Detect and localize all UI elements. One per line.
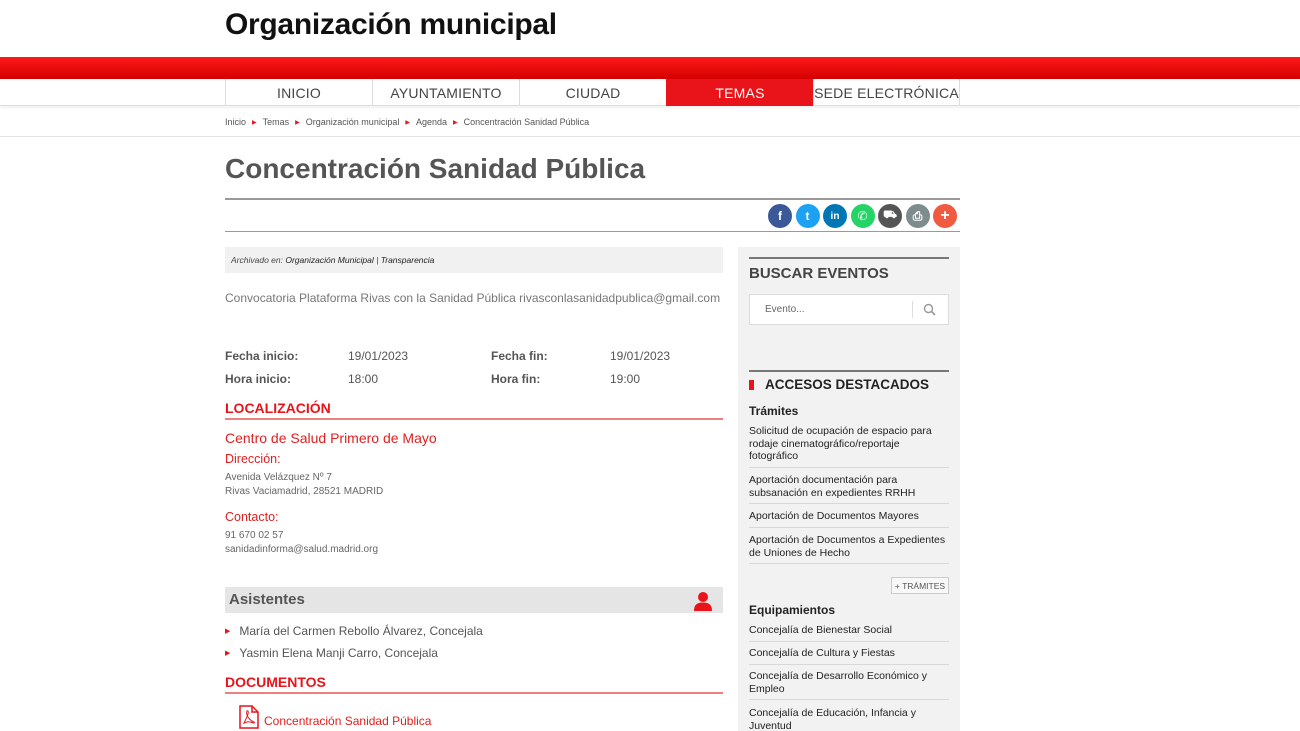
breadcrumb-separator-icon: ▶ — [295, 119, 300, 126]
equipamientos-heading: Equipamientos — [749, 603, 836, 617]
tramite-link[interactable]: Aportación de Documentos Mayores — [749, 510, 949, 528]
header-red-band — [0, 57, 1300, 79]
breadcrumb-item-current: Concentración Sanidad Pública — [463, 117, 590, 127]
search-events-heading: BUSCAR EVENTOS — [749, 265, 889, 282]
main-nav-bar: INICIO AYUNTAMIENTO CIUDAD TEMAS SEDE EL… — [0, 79, 1300, 106]
attendee-item: ▶ María del Carmen Rebollo Álvarez, Conc… — [225, 624, 483, 638]
event-search-box — [749, 294, 949, 325]
attendee-item: ▶ Yasmin Elena Manji Carro, Concejala — [225, 646, 438, 660]
sidebar-divider — [749, 370, 949, 372]
more-tramites-button[interactable]: + TRÁMITES — [891, 577, 949, 594]
breadcrumb-separator-icon: ▶ — [452, 119, 458, 126]
archived-separator: | — [376, 255, 379, 265]
address-label: Dirección: — [225, 452, 281, 466]
location-heading: LOCALIZACIÓN — [225, 400, 723, 420]
car-icon[interactable]: ⛟ — [878, 204, 902, 228]
section-marker — [749, 380, 754, 390]
breadcrumb-separator-icon: ▶ — [252, 119, 257, 126]
start-date-label: Fecha inicio: — [225, 349, 299, 363]
location-name: Centro de Salud Primero de Mayo — [225, 430, 437, 446]
document-link[interactable]: Concentración Sanidad Pública — [238, 705, 431, 729]
attendees-heading: Asistentes — [229, 591, 305, 608]
contact-phone: 91 670 02 57 — [225, 530, 284, 541]
nav-item-temas[interactable]: TEMAS — [666, 79, 813, 106]
site-title: Organización municipal — [225, 8, 557, 41]
whatsapp-icon[interactable]: ✆ — [850, 204, 875, 228]
title-divider-top — [225, 198, 960, 200]
page-title: Concentración Sanidad Pública — [225, 153, 646, 184]
contact-email[interactable]: sanidadinforma@salud.madrid.org — [225, 543, 378, 557]
search-divider — [912, 301, 913, 318]
nav-item-ciudad[interactable]: CIUDAD — [519, 79, 666, 106]
documents-heading: DOCUMENTOS — [225, 674, 723, 694]
attendees-heading-bar: Asistentes — [225, 587, 723, 613]
start-date-value: 19/01/2023 — [348, 349, 409, 363]
end-date-value: 19/01/2023 — [610, 349, 671, 363]
facebook-icon[interactable]: f — [768, 204, 792, 228]
twitter-icon[interactable]: t — [795, 204, 820, 228]
share-bar: f t in ✆ ⛟ ⎙ + — [768, 204, 957, 228]
nav-item-inicio[interactable]: INICIO — [225, 79, 372, 106]
address-line-1: Avenida Velázquez Nº 7 — [225, 472, 332, 483]
event-search-input[interactable] — [750, 295, 912, 324]
breadcrumb-item-organizacion[interactable]: Organización municipal — [306, 117, 400, 127]
archived-category-link[interactable]: Organización Municipal — [285, 255, 373, 265]
archived-prefix: Archivado en: — [231, 255, 283, 265]
attendee-name: María del Carmen Rebollo Álvarez, Concej… — [239, 624, 483, 638]
start-time-label: Hora inicio: — [225, 372, 292, 386]
event-description: Convocatoria Plataforma Rivas con la San… — [225, 291, 721, 305]
bullet-icon: ▶ — [225, 650, 231, 657]
end-time-value: 19:00 — [610, 372, 641, 386]
breadcrumb-item-agenda[interactable]: Agenda — [416, 117, 447, 127]
end-date-label: Fecha fin: — [491, 349, 548, 363]
pdf-icon — [239, 705, 259, 729]
equipamiento-link[interactable]: Concejalía de Educación, Infancia y Juve… — [749, 707, 949, 731]
print-icon[interactable]: ⎙ — [905, 204, 930, 228]
contact-label: Contacto: — [225, 510, 279, 524]
tramite-link[interactable]: Aportación de Documentos a Expedientes d… — [749, 534, 949, 564]
sidebar-divider — [749, 257, 949, 259]
sidebar: BUSCAR EVENTOS ACCESOS DESTACADOS Trámit… — [738, 247, 960, 731]
attendee-name: Yasmin Elena Manji Carro, Concejala — [239, 646, 438, 660]
equipamiento-link[interactable]: Concejalía de Cultura y Fiestas — [749, 647, 949, 665]
nav-item-ayuntamiento[interactable]: AYUNTAMIENTO — [372, 79, 519, 106]
search-icon[interactable] — [922, 302, 938, 318]
tramite-link[interactable]: Aportación documentación para subsanació… — [749, 474, 949, 504]
title-divider-bottom — [225, 231, 960, 232]
archived-category-link[interactable]: Transparencia — [381, 255, 435, 265]
breadcrumb-item-temas[interactable]: Temas — [263, 117, 290, 127]
nav-item-sede-electronica[interactable]: SEDE ELECTRÓNICA — [813, 79, 960, 106]
equipamiento-link[interactable]: Concejalía de Bienestar Social — [749, 624, 949, 642]
start-time-value: 18:00 — [348, 372, 379, 386]
tramites-heading: Trámites — [749, 404, 799, 418]
address-line-2: Rivas Vaciamadrid, 28521 MADRID — [225, 486, 384, 497]
main-nav: INICIO AYUNTAMIENTO CIUDAD TEMAS SEDE EL… — [225, 79, 960, 106]
breadcrumb-divider — [0, 136, 1300, 137]
breadcrumb: Inicio ▶ Temas ▶ Organización municipal … — [225, 117, 589, 127]
breadcrumb-separator-icon: ▶ — [405, 119, 410, 126]
person-icon — [694, 592, 712, 611]
end-time-label: Hora fin: — [491, 372, 541, 386]
breadcrumb-item-inicio[interactable]: Inicio — [225, 117, 246, 127]
equipamiento-link[interactable]: Concejalía de Desarrollo Económico y Emp… — [749, 670, 949, 700]
featured-access-heading: ACCESOS DESTACADOS — [765, 377, 930, 392]
archived-in-bar: Archivado en: Organización Municipal | T… — [225, 247, 723, 273]
plus-icon[interactable]: + — [933, 204, 957, 228]
document-title[interactable]: Concentración Sanidad Pública — [264, 714, 431, 728]
tramite-link[interactable]: Solicitud de ocupación de espacio para r… — [749, 425, 949, 468]
bullet-icon: ▶ — [225, 628, 231, 635]
linkedin-icon[interactable]: in — [823, 204, 847, 228]
